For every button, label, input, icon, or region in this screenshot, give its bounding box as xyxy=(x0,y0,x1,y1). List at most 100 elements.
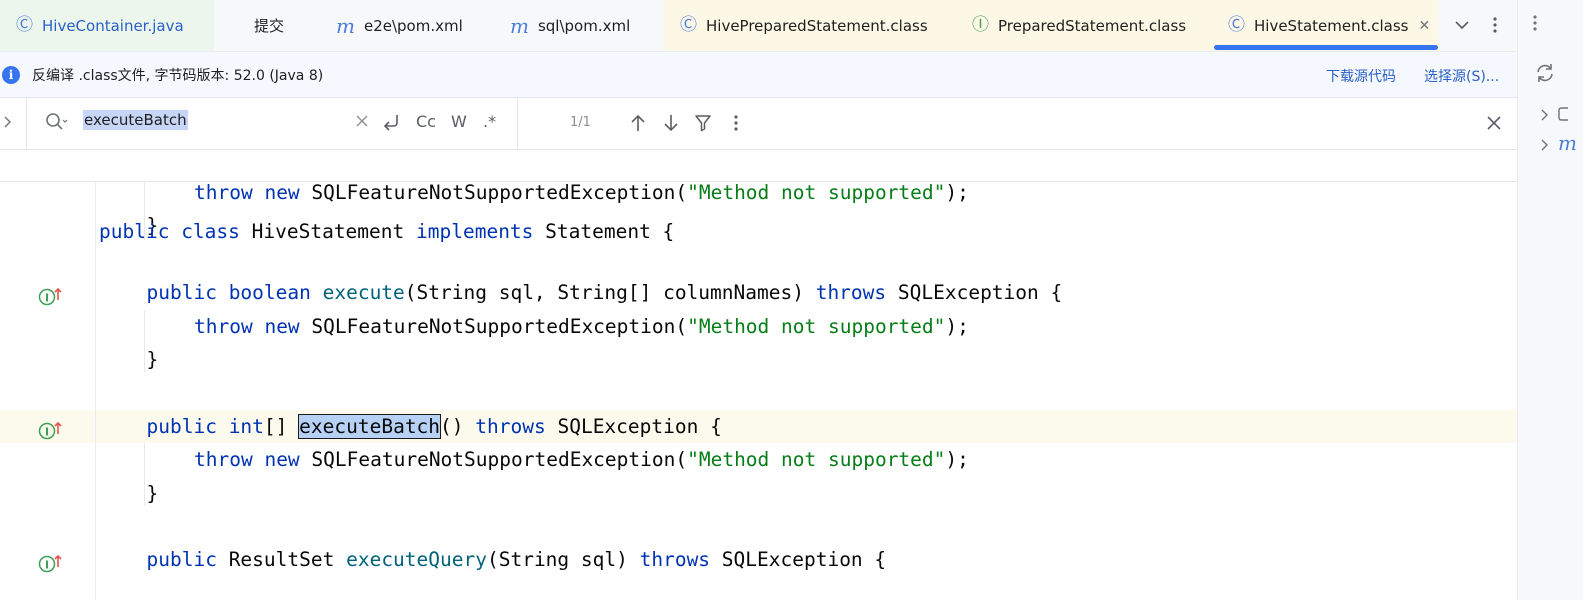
code-token: throws xyxy=(815,281,898,305)
code-token: "Method not supported" xyxy=(687,448,946,472)
whole-words-button[interactable]: W xyxy=(451,112,467,131)
tab-sql-pom-xml[interactable]: m sql\pom.xml xyxy=(510,0,630,51)
sticky-class-header[interactable]: 48 public class HiveStatement implements… xyxy=(0,149,1517,243)
code-token: class xyxy=(181,220,252,243)
interface-icon: Ⓘ xyxy=(972,15,989,35)
implements-method-icon[interactable]: I xyxy=(38,283,64,306)
code-line: 366throw new SQLFeatureNotSupportedExcep… xyxy=(0,310,1517,343)
code-token: public xyxy=(99,220,182,243)
expand-replace-icon[interactable] xyxy=(0,112,14,132)
code-token: SQLFeatureNotSupportedException( xyxy=(311,448,688,472)
code-line: 367} xyxy=(0,343,1517,376)
regex-button[interactable]: .* xyxy=(483,112,496,131)
tab-label: sql\pom.xml xyxy=(537,16,631,35)
editor-tab-bar: Ⓒ HiveContainer.java 提交 m e2e\pom.xml m … xyxy=(0,0,1517,52)
download-sources-link[interactable]: 下载源代码 xyxy=(1326,66,1396,86)
more-vertical-icon[interactable] xyxy=(1482,12,1508,38)
tab-hivecontainer-java[interactable]: Ⓒ HiveContainer.java xyxy=(0,0,214,51)
code-token: public xyxy=(146,548,229,572)
tab-label: HiveStatement.class xyxy=(1254,16,1409,35)
code-token: throw xyxy=(194,314,265,338)
tab-hivestatement-class[interactable]: Ⓒ HiveStatement.class ✕ xyxy=(1214,0,1438,51)
chevron-down-icon[interactable] xyxy=(1449,12,1475,38)
code-line: 372 xyxy=(0,510,1517,543)
tab-e2e-pom-xml[interactable]: m e2e\pom.xml xyxy=(336,0,463,51)
class-icon: Ⓒ xyxy=(680,15,697,35)
clear-search-icon[interactable] xyxy=(355,113,369,132)
active-tab-indicator xyxy=(1214,45,1438,50)
code-line: 373Ipublic ResultSet executeQuery(String… xyxy=(0,543,1517,576)
indent-guide xyxy=(143,443,145,506)
code-token: ); xyxy=(945,448,969,472)
search-history-icon[interactable] xyxy=(45,112,69,137)
code-token: ResultSet xyxy=(228,548,347,572)
svg-text:I: I xyxy=(45,425,49,438)
class-icon: Ⓒ xyxy=(16,15,33,35)
implements-method-icon[interactable]: I xyxy=(38,417,64,440)
code-text: public ResultSet executeQuery(String sql… xyxy=(147,543,887,576)
code-token: throws xyxy=(639,548,722,572)
code-text: public boolean execute(String sql, Strin… xyxy=(147,276,1063,309)
choose-sources-link[interactable]: 选择源(S)... xyxy=(1424,66,1499,86)
svg-text:I: I xyxy=(45,292,49,305)
divider xyxy=(517,98,518,150)
close-icon[interactable]: ✕ xyxy=(1419,18,1431,34)
match-case-button[interactable]: Cc xyxy=(416,112,436,131)
code-token: [] xyxy=(263,414,300,438)
code-text: public int[] executeBatch() throws SQLEx… xyxy=(147,410,722,443)
tab-label: HivePreparedStatement.class xyxy=(706,16,928,35)
code-line: 371} xyxy=(0,477,1517,510)
code-token: SQLFeatureNotSupportedException( xyxy=(311,181,688,204)
code-token: Statement { xyxy=(545,220,675,243)
code-token: (String sql, String[] columnNames) xyxy=(404,281,816,305)
code-token: new xyxy=(264,448,312,472)
arrow-up-icon[interactable] xyxy=(630,114,646,136)
more-vertical-icon[interactable] xyxy=(1533,15,1537,35)
code-token: "Method not supported" xyxy=(687,181,946,204)
maven-icon: m xyxy=(336,13,355,38)
implements-method-icon[interactable]: I xyxy=(38,550,64,573)
code-token: throw xyxy=(194,181,265,204)
code-token: SQLException { xyxy=(721,548,887,572)
tab-commit[interactable]: 提交 xyxy=(254,0,284,51)
code-text: throw new SQLFeatureNotSupportedExceptio… xyxy=(194,443,969,476)
sync-icon[interactable] xyxy=(1534,62,1556,88)
chevron-right-icon[interactable] xyxy=(1540,106,1548,125)
divider xyxy=(26,98,27,150)
code-line: 368 xyxy=(0,376,1517,409)
arrow-down-icon[interactable] xyxy=(663,114,679,136)
search-input[interactable]: executeBatch xyxy=(83,110,188,130)
tab-hivepreparedstatement-class[interactable]: Ⓒ HivePreparedStatement.class xyxy=(664,0,958,51)
indent-guide xyxy=(143,309,145,373)
code-token: } xyxy=(146,348,159,371)
gutter-divider xyxy=(95,182,96,600)
code-line: 365Ipublic boolean execute(String sql, S… xyxy=(0,276,1517,309)
code-text: throw new SQLFeatureNotSupportedExceptio… xyxy=(194,310,969,343)
code-token: SQLException { xyxy=(557,414,722,438)
more-vertical-icon[interactable] xyxy=(734,115,738,135)
code-token: HiveStatement xyxy=(251,220,417,243)
code-token: throw xyxy=(194,448,265,472)
code-line: 370throw new SQLFeatureNotSupportedExcep… xyxy=(0,443,1517,476)
code-token: throws xyxy=(475,414,558,438)
code-token: boolean xyxy=(228,281,323,305)
decompiled-info-banner: i 反编译 .class文件, 字节码版本: 52.0 (Java 8) 下载源… xyxy=(0,52,1517,98)
code-token: new xyxy=(264,181,312,204)
code-token: () xyxy=(440,414,476,438)
code-text: } xyxy=(147,477,159,510)
code-text: public class HiveStatement implements St… xyxy=(99,215,674,248)
code-token: SQLException { xyxy=(897,281,1063,305)
tab-label: PreparedStatement.class xyxy=(998,16,1187,35)
tab-label: HiveContainer.java xyxy=(42,16,184,35)
new-line-icon[interactable] xyxy=(381,113,401,135)
code-editor[interactable]: 48 public class HiveStatement implements… xyxy=(0,150,1517,600)
code-token: execute xyxy=(322,281,405,305)
folder-icon xyxy=(1558,106,1572,125)
code-token: public xyxy=(146,414,229,438)
tab-preparedstatement-class[interactable]: Ⓘ PreparedStatement.class xyxy=(958,0,1214,51)
close-icon[interactable] xyxy=(1486,115,1502,135)
chevron-right-icon[interactable] xyxy=(1540,136,1548,155)
code-token: public xyxy=(146,281,229,305)
filter-icon[interactable] xyxy=(694,114,712,136)
code-line: 48 public class HiveStatement implements… xyxy=(0,149,1517,243)
